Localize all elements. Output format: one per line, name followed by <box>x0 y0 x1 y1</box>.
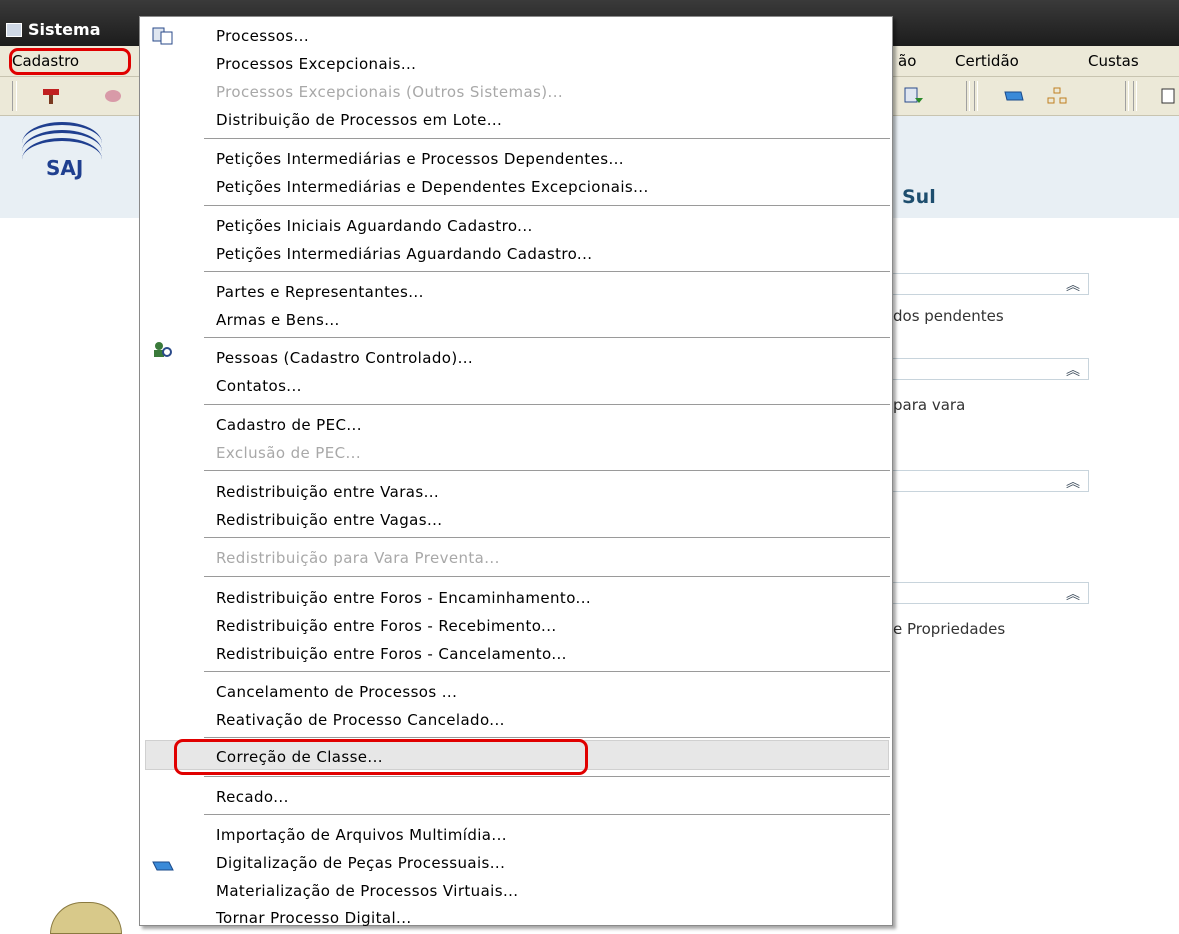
menu-item-peticoes-intermediarias-aguardando[interactable]: Petições Intermediárias Aguardando Cadas… <box>216 245 592 263</box>
menu-separator <box>204 776 890 778</box>
menu-item-recado[interactable]: Recado... <box>216 788 289 806</box>
menu-separator <box>204 271 890 273</box>
panel-text: para vara <box>893 396 966 414</box>
menu-item-distribuicao-lote[interactable]: Distribuição de Processos em Lote... <box>216 111 502 129</box>
menu-separator <box>204 814 890 816</box>
menu-item-processos-excepcionais[interactable]: Processos Excepcionais... <box>216 55 416 73</box>
toolbar-separator <box>1133 81 1137 111</box>
menu-separator <box>204 205 890 207</box>
hierarchy-icon[interactable] <box>1046 86 1068 106</box>
emblem-image <box>50 902 122 934</box>
saj-logo: SAJ <box>16 118 116 188</box>
scanner-icon <box>152 861 174 871</box>
menu-item-redistribuicao-foros-encaminhamento[interactable]: Redistribuição entre Foros - Encaminhame… <box>216 589 591 607</box>
toolbar-grip <box>12 81 17 111</box>
menu-item-importacao-multimidia[interactable]: Importação de Arquivos Multimídia... <box>216 826 507 844</box>
scanner-icon[interactable] <box>1003 86 1025 106</box>
menu-partial-item[interactable]: ão <box>898 52 916 70</box>
menu-item-peticoes-iniciais-aguardando[interactable]: Petições Iniciais Aguardando Cadastro... <box>216 217 533 235</box>
menu-item-exclusao-pec: Exclusão de PEC... <box>216 444 361 462</box>
menu-item-cancelamento-processos[interactable]: Cancelamento de Processos ... <box>216 683 457 701</box>
menu-item-peticoes-dependentes-excepcionais[interactable]: Petições Intermediárias e Dependentes Ex… <box>216 178 649 196</box>
menu-separator <box>204 537 890 539</box>
chevron-up-icon[interactable]: ︽ <box>1066 472 1080 492</box>
menu-item-cadastro-pec[interactable]: Cadastro de PEC... <box>216 416 362 434</box>
window-title: Sistema <box>28 20 101 39</box>
menu-item-processos-excepcionais-outros: Processos Excepcionais (Outros Sistemas)… <box>216 83 564 101</box>
panel-collapse-bar[interactable]: ︽ <box>893 273 1089 295</box>
menu-separator <box>204 337 890 339</box>
correcao-annotation-outline <box>174 739 588 775</box>
page-heading: Sul <box>902 186 936 208</box>
chevron-up-icon[interactable]: ︽ <box>1066 360 1080 380</box>
toolbar-separator <box>974 81 978 111</box>
document-icon[interactable] <box>1158 86 1179 106</box>
panel-text: dos pendentes <box>893 307 1004 325</box>
menu-item-armas-bens[interactable]: Armas e Bens... <box>216 311 340 329</box>
menu-item-tornar-processo-digital[interactable]: Tornar Processo Digital... <box>216 909 412 927</box>
toolbar-separator <box>966 81 970 111</box>
process-forward-icon[interactable] <box>903 86 925 106</box>
menu-item-reativacao-processo[interactable]: Reativação de Processo Cancelado... <box>216 711 505 729</box>
menu-item-redistribuicao-varas[interactable]: Redistribuição entre Varas... <box>216 483 439 501</box>
menu-separator <box>204 576 890 578</box>
chevron-up-icon[interactable]: ︽ <box>1066 584 1080 604</box>
menu-item-redistribuicao-foros-cancelamento[interactable]: Redistribuição entre Foros - Cancelament… <box>216 645 567 663</box>
menu-item-redistribuicao-vara-preventa: Redistribuição para Vara Preventa... <box>216 549 500 567</box>
menu-separator <box>204 404 890 406</box>
menu-item-redistribuicao-vagas[interactable]: Redistribuição entre Vagas... <box>216 511 442 529</box>
menu-custas[interactable]: Custas <box>1088 52 1139 70</box>
panel-collapse-bar[interactable]: ︽ <box>893 358 1089 380</box>
person-search-icon <box>154 342 172 357</box>
panel-text: e Propriedades <box>893 620 1006 638</box>
menu-item-peticoes-intermediarias-dependentes[interactable]: Petições Intermediárias e Processos Depe… <box>216 150 624 168</box>
menu-separator <box>204 138 890 140</box>
toolbar-separator <box>1125 81 1129 111</box>
menu-certidao[interactable]: Certidão <box>955 52 1019 70</box>
panel-collapse-bar[interactable]: ︽ <box>893 582 1089 604</box>
hand-icon[interactable] <box>102 86 124 106</box>
menu-separator <box>204 470 890 472</box>
logo-text: SAJ <box>46 156 84 180</box>
app-window-icon <box>6 23 22 37</box>
menu-item-contatos[interactable]: Contatos... <box>216 377 302 395</box>
menu-item-pessoas[interactable]: Pessoas (Cadastro Controlado)... <box>216 349 473 367</box>
cadastro-dropdown-menu: Processos... Processos Excepcionais... P… <box>139 16 893 927</box>
menu-item-materializacao-processos[interactable]: Materialização de Processos Virtuais... <box>216 882 518 900</box>
chevron-up-icon[interactable]: ︽ <box>1066 275 1080 295</box>
process-document-icon <box>152 27 173 45</box>
menu-item-digitalizacao-pecas[interactable]: Digitalização de Peças Processuais... <box>216 854 505 872</box>
cadastro-annotation-outline <box>9 48 131 75</box>
menu-item-partes-representantes[interactable]: Partes e Representantes... <box>216 283 424 301</box>
menu-item-redistribuicao-foros-recebimento[interactable]: Redistribuição entre Foros - Recebimento… <box>216 617 557 635</box>
stamp-icon[interactable] <box>40 86 62 106</box>
menu-separator <box>204 671 890 673</box>
panel-collapse-bar[interactable]: ︽ <box>893 470 1089 492</box>
menu-item-processos[interactable]: Processos... <box>216 27 309 45</box>
